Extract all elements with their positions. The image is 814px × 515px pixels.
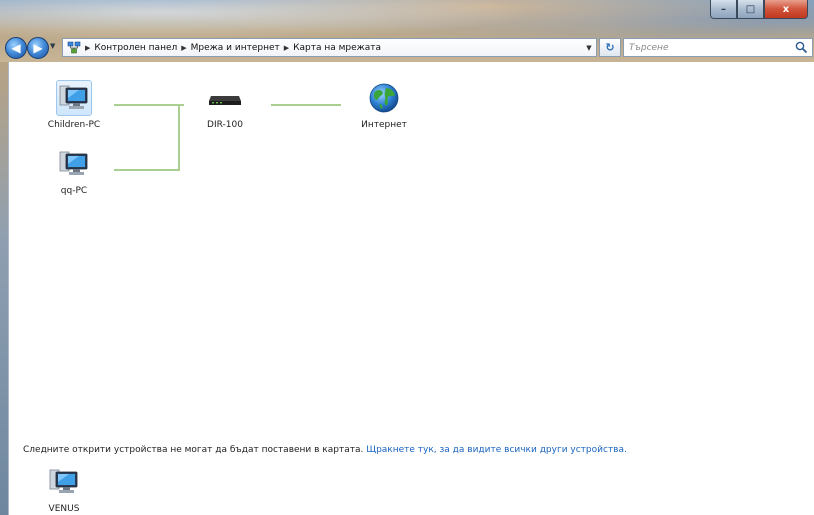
connection-line [271,104,341,106]
refresh-icon: ↻ [605,41,615,54]
breadcrumb-network-internet[interactable]: Мрежа и интернет [191,43,280,53]
back-arrow-icon: ◀ [11,41,21,55]
connection-line [114,169,179,171]
router-icon [207,80,243,116]
minimize-button[interactable]: – [710,0,737,19]
node-dir-100[interactable]: DIR-100 [190,80,260,130]
node-label: Children-PC [47,120,101,130]
computer-icon [56,146,92,182]
node-label: Интернет [361,120,407,130]
network-icon [67,41,81,54]
breadcrumb-separator[interactable]: ▶ [181,44,186,52]
search-input[interactable]: Търсене [623,38,813,57]
node-internet[interactable]: Интернет [349,80,419,130]
connection-line [178,104,180,171]
search-placeholder: Търсене [629,42,669,53]
breadcrumb-network-map[interactable]: Карта на мрежата [293,43,381,53]
back-button[interactable]: ◀ [5,37,27,59]
search-icon[interactable] [795,41,808,54]
node-venus[interactable]: VENUS [29,464,99,514]
network-map-area: Children-PC qq-PC DIR-100 Интернет Следн… [8,62,814,515]
close-button[interactable]: x [764,0,808,19]
node-label: DIR-100 [207,120,243,130]
notice-text: Следните открити устройства не могат да … [23,445,364,455]
breadcrumb-control-panel[interactable]: Контролен панел [94,43,177,53]
show-all-devices-link[interactable]: Щракнете тук, за да видите всички други … [366,445,627,455]
node-qq-pc[interactable]: qq-PC [39,146,109,196]
node-label: VENUS [48,504,80,514]
caption-buttons: – □ x [710,0,808,19]
node-label: qq-PC [60,186,88,196]
globe-icon [366,80,402,116]
breadcrumb-separator[interactable]: ▶ [85,44,90,52]
unplaced-devices-notice: Следните открити устройства не могат да … [23,445,627,455]
node-children-pc[interactable]: Children-PC [39,80,109,130]
computer-icon [46,464,82,500]
network-map-window: – □ x ◀ ▶ ▼ ▶ Контролен панел ▶ Мрежа и … [0,0,814,515]
breadcrumb-separator[interactable]: ▶ [284,44,289,52]
refresh-button[interactable]: ↻ [599,38,621,57]
address-dropdown-button[interactable]: ▼ [582,39,596,56]
address-bar[interactable]: ▶ Контролен панел ▶ Мрежа и интернет ▶ К… [62,38,597,57]
forward-arrow-icon: ▶ [33,41,43,55]
maximize-button[interactable]: □ [737,0,764,19]
connection-line [114,104,184,106]
navigation-bar: ◀ ▶ ▼ ▶ Контролен панел ▶ Мрежа и интерн… [0,33,814,60]
forward-button[interactable]: ▶ [27,37,49,59]
window-left-border [0,62,8,515]
computer-icon [56,80,92,116]
recent-pages-dropdown[interactable]: ▼ [50,42,55,50]
